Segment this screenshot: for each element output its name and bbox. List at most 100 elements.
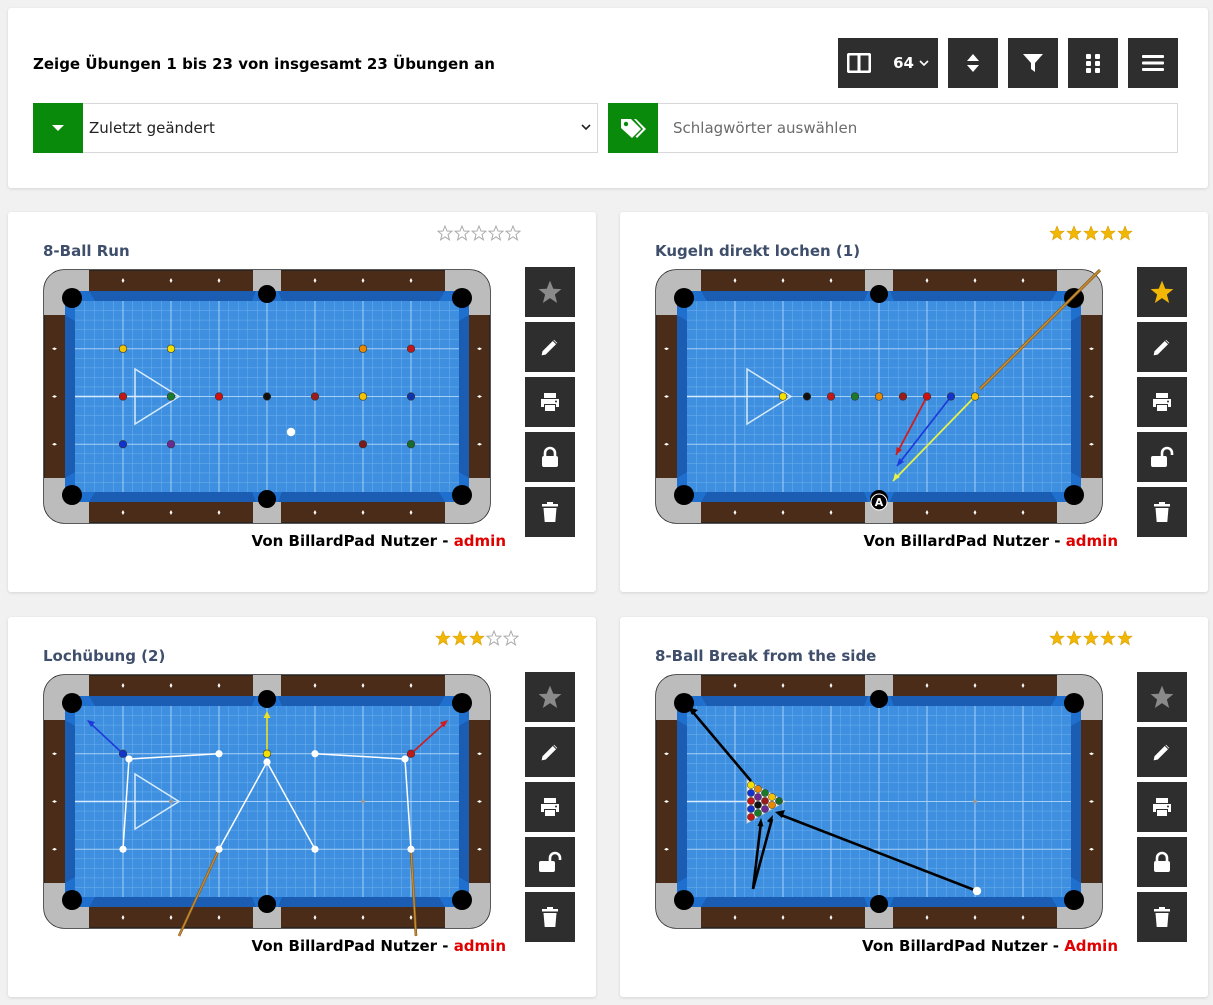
trash-icon <box>1154 907 1170 927</box>
star-icon <box>452 630 468 646</box>
lock-button[interactable] <box>1137 837 1187 887</box>
grid-icon <box>1086 54 1100 73</box>
delete-button[interactable] <box>525 892 575 942</box>
exercise-actions <box>525 672 575 947</box>
sort-order-button[interactable] <box>948 38 998 88</box>
print-button[interactable] <box>525 782 575 832</box>
tags-select[interactable]: Schlagwörter auswählen <box>608 103 1178 153</box>
pencil-icon <box>540 743 559 762</box>
star-icon <box>1066 630 1082 646</box>
star-icon <box>454 225 470 241</box>
author-line: Von BillardPad Nutzer - admin <box>252 532 506 550</box>
rating-stars[interactable] <box>435 630 519 646</box>
exercise-card: 8-Ball Run Von BillardPad Nutzer - admin <box>8 212 596 592</box>
trash-icon <box>542 907 558 927</box>
page-size-button[interactable]: 64 <box>838 38 938 88</box>
exercise-title[interactable]: 8-Ball Run <box>43 242 130 260</box>
rating-stars[interactable] <box>1049 225 1133 241</box>
author-prefix: Von BillardPad Nutzer - <box>251 532 454 550</box>
table-diagram[interactable] <box>43 674 491 937</box>
edit-button[interactable] <box>1137 727 1187 777</box>
star-icon <box>1083 630 1099 646</box>
edit-button[interactable] <box>525 322 575 372</box>
author-line: Von BillardPad Nutzer - admin <box>252 937 506 955</box>
author-name[interactable]: admin <box>1066 532 1118 550</box>
print-button[interactable] <box>1137 782 1187 832</box>
print-icon <box>541 393 559 411</box>
exercise-list-toolbar: Zeige Übungen 1 bis 23 von insgesamt 23 … <box>8 8 1208 188</box>
author-prefix: Von BillardPad Nutzer - <box>862 937 1065 955</box>
filter-icon <box>1023 54 1043 72</box>
author-prefix: Von BillardPad Nutzer - <box>251 937 454 955</box>
table-diagram[interactable] <box>655 674 1103 930</box>
favorite-button[interactable] <box>525 672 575 722</box>
author-line: Von BillardPad Nutzer - admin <box>864 532 1118 550</box>
lock-icon <box>1154 851 1170 872</box>
star-icon <box>437 225 453 241</box>
exercise-title[interactable]: Lochübung (2) <box>43 647 165 665</box>
author-name[interactable]: admin <box>454 937 506 955</box>
print-button[interactable] <box>525 377 575 427</box>
star-icon <box>1049 225 1065 241</box>
filter-button[interactable] <box>1008 38 1058 88</box>
star-icon <box>1083 225 1099 241</box>
table-diagram[interactable]: A <box>655 269 1103 525</box>
favorite-button[interactable] <box>1137 267 1187 317</box>
grid-view-button[interactable] <box>1068 38 1118 88</box>
exercise-card: 8-Ball Break from the side Von BillardPa… <box>620 617 1208 997</box>
exercise-card: Kugeln direkt lochen (1) A Von BillardPa… <box>620 212 1208 592</box>
sort-select-caret <box>33 103 83 153</box>
author-name[interactable]: Admin <box>1064 937 1118 955</box>
table-diagram[interactable] <box>43 269 491 525</box>
star-icon <box>1117 225 1133 241</box>
pencil-icon <box>540 338 559 357</box>
unlock-button[interactable] <box>525 837 575 887</box>
star-icon <box>538 685 562 709</box>
chevron-down-icon <box>581 124 591 131</box>
delete-button[interactable] <box>1137 892 1187 942</box>
delete-button[interactable] <box>525 487 575 537</box>
exercise-title[interactable]: Kugeln direkt lochen (1) <box>655 242 860 260</box>
star-icon <box>435 630 451 646</box>
favorite-button[interactable] <box>1137 672 1187 722</box>
author-prefix: Von BillardPad Nutzer - <box>863 532 1066 550</box>
star-icon <box>1100 630 1116 646</box>
pencil-icon <box>1152 743 1171 762</box>
print-icon <box>1153 393 1171 411</box>
trash-icon <box>542 502 558 522</box>
star-icon <box>1100 225 1116 241</box>
rating-stars[interactable] <box>437 225 521 241</box>
star-icon <box>503 630 519 646</box>
edit-button[interactable] <box>1137 322 1187 372</box>
print-button[interactable] <box>1137 377 1187 427</box>
print-icon <box>541 798 559 816</box>
sort-icon <box>967 54 979 72</box>
star-icon <box>1150 685 1174 709</box>
lock-button[interactable] <box>525 432 575 482</box>
chevron-down-icon <box>919 60 929 67</box>
star-icon <box>471 225 487 241</box>
exercise-actions <box>1137 267 1187 542</box>
author-name[interactable]: admin <box>454 532 506 550</box>
unlock-icon <box>539 851 562 872</box>
exercise-actions <box>525 267 575 542</box>
star-icon <box>486 630 502 646</box>
star-icon <box>1150 280 1174 304</box>
exercise-actions <box>1137 672 1187 947</box>
star-icon <box>488 225 504 241</box>
trash-icon <box>1154 502 1170 522</box>
star-icon <box>469 630 485 646</box>
tags-icon <box>621 119 646 138</box>
print-icon <box>1153 798 1171 816</box>
tags-select-icon-box <box>608 103 658 153</box>
rating-stars[interactable] <box>1049 630 1133 646</box>
sort-select[interactable]: Zuletzt geändert <box>33 103 598 153</box>
delete-button[interactable] <box>1137 487 1187 537</box>
favorite-button[interactable] <box>525 267 575 317</box>
list-view-button[interactable] <box>1128 38 1178 88</box>
unlock-button[interactable] <box>1137 432 1187 482</box>
result-count: Zeige Übungen 1 bis 23 von insgesamt 23 … <box>33 55 495 73</box>
edit-button[interactable] <box>525 727 575 777</box>
exercise-title[interactable]: 8-Ball Break from the side <box>655 647 876 665</box>
menu-icon <box>1142 55 1164 71</box>
